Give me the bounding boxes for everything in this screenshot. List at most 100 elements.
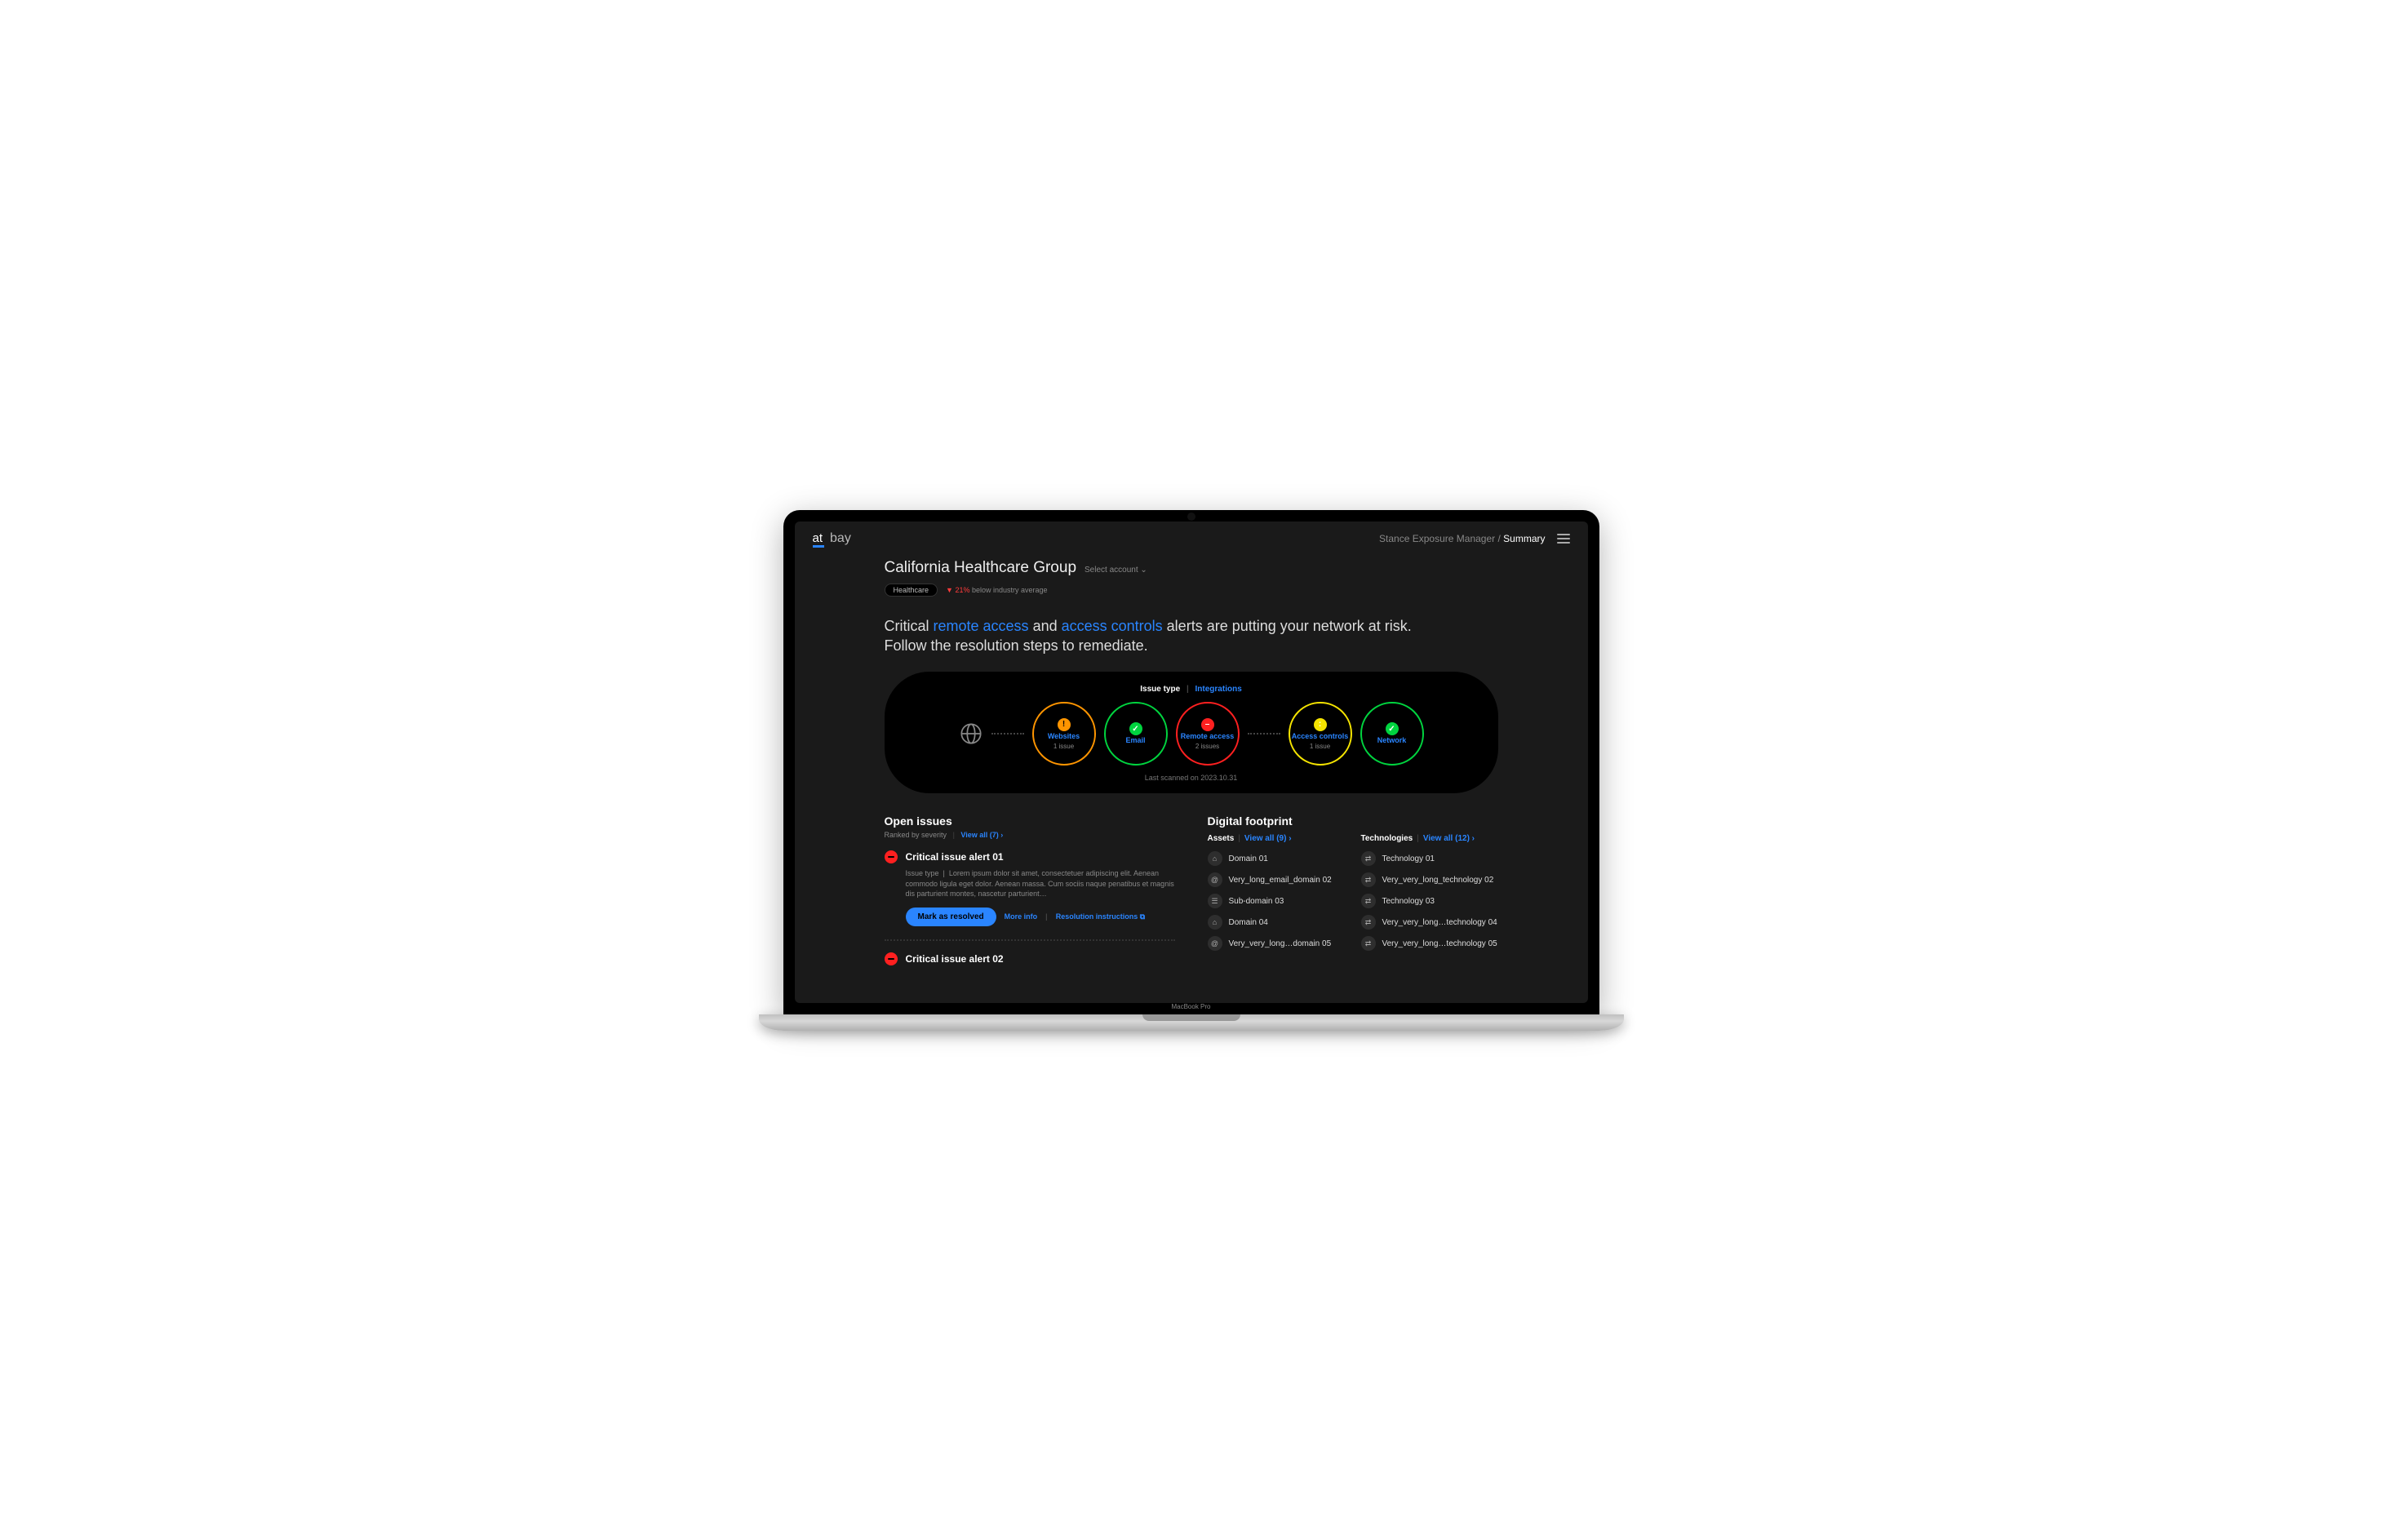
menu-icon[interactable] — [1557, 534, 1570, 544]
assets-header: Assets | View all (9) — [1208, 834, 1345, 843]
tech-name: Technology 03 — [1382, 897, 1435, 906]
lower-columns: Open issues Ranked by severity | View al… — [885, 814, 1498, 965]
circle-sub: 2 issues — [1195, 743, 1219, 750]
list-item[interactable]: ⌂ Domain 04 — [1208, 915, 1345, 930]
asset-name: Sub-domain 03 — [1229, 897, 1284, 906]
headline-mid: and — [1029, 618, 1062, 634]
tech-name: Technology 01 — [1382, 854, 1435, 863]
headline-pre: Critical — [885, 618, 934, 634]
logo-bay: bay — [830, 531, 851, 546]
more-info-link[interactable]: More info — [1005, 912, 1038, 921]
circle-email[interactable]: ✓ Email — [1104, 702, 1168, 766]
device-label: MacBook Pro — [1171, 1003, 1210, 1012]
domain-icon: ⌂ — [1208, 915, 1222, 930]
view-all-assets[interactable]: View all (9) — [1244, 834, 1292, 843]
issue-head[interactable]: Critical issue alert 02 — [885, 952, 1175, 965]
tech-name: Very_very_long…technology 04 — [1382, 918, 1497, 927]
industry-pill: Healthcare — [885, 584, 938, 597]
list-item[interactable]: ☰ Sub-domain 03 — [1208, 894, 1345, 908]
last-scanned: Last scanned on 2023.10.31 — [925, 774, 1457, 782]
assets-list: ⌂Domain 01 @Very_long_email_domain 02 ☰ S… — [1208, 851, 1345, 951]
globe-icon — [959, 721, 983, 746]
circle-sub: 1 issue — [1310, 743, 1330, 750]
circles-row: ! Websites 1 issue ✓ Email – Remote acce… — [925, 702, 1457, 766]
tech-icon: ⇄ — [1361, 872, 1376, 887]
resolution-instructions-link[interactable]: Resolution instructions — [1045, 912, 1145, 921]
issue-title: Critical issue alert 01 — [906, 851, 1004, 863]
delta-text: ▼ 21% below industry average — [946, 586, 1048, 594]
breadcrumb: Stance Exposure Manager / Summary — [1379, 533, 1545, 544]
circle-sub: 1 issue — [1053, 743, 1074, 750]
list-item[interactable]: ⇄Very_very_long_technology 02 — [1361, 872, 1498, 887]
circle-label: Websites — [1048, 733, 1080, 741]
issue-body: Issue type | Lorem ipsum dolor sit amet,… — [906, 868, 1175, 926]
circle-websites[interactable]: ! Websites 1 issue — [1032, 702, 1096, 766]
digital-footprint-section: Digital footprint Assets | View all (9) … — [1208, 814, 1498, 965]
tech-header: Technologies | View all (12) — [1361, 834, 1498, 843]
subdomain-icon: ☰ — [1208, 894, 1222, 908]
app-header: at bay Stance Exposure Manager / Summary — [795, 521, 1588, 556]
list-item[interactable]: ⇄Technology 01 — [1361, 851, 1498, 866]
list-item[interactable]: ⇄Technology 03 — [1361, 894, 1498, 908]
headline-link-remote[interactable]: remote access — [934, 618, 1029, 634]
open-issues-title: Open issues — [885, 814, 1175, 828]
open-issues-section: Open issues Ranked by severity | View al… — [885, 814, 1175, 965]
account-title: California Healthcare Group — [885, 559, 1077, 577]
header-right: Stance Exposure Manager / Summary — [1379, 533, 1569, 544]
domain-icon: ⌂ — [1208, 851, 1222, 866]
check-icon: ✓ — [1129, 722, 1142, 735]
asset-name: Domain 04 — [1229, 918, 1268, 927]
ranked-label: Ranked by severity — [885, 831, 947, 839]
logo-at: at — [813, 531, 823, 545]
breadcrumb-current: Summary — [1503, 533, 1545, 544]
list-item[interactable]: @Very_very_long…domain 05 — [1208, 936, 1345, 951]
dots-icon: : — [1314, 718, 1327, 731]
circle-remote-access[interactable]: – Remote access 2 issues — [1176, 702, 1240, 766]
tab-integrations[interactable]: Integrations — [1195, 685, 1242, 694]
footprint-columns: Assets | View all (9) ⌂Domain 01 @Very_l… — [1208, 831, 1498, 951]
circle-access-controls[interactable]: : Access controls 1 issue — [1289, 702, 1352, 766]
issue-meta: Issue type | Lorem ipsum dolor sit amet,… — [906, 868, 1175, 899]
issue-head[interactable]: Critical issue alert 01 — [885, 850, 1175, 863]
delta-label: below industry average — [972, 586, 1048, 594]
tech-icon: ⇄ — [1361, 915, 1376, 930]
view-all-issues[interactable]: View all (7) — [960, 831, 1003, 839]
tab-issue-type[interactable]: Issue type — [1140, 685, 1180, 694]
email-icon: @ — [1208, 872, 1222, 887]
laptop-frame: at bay Stance Exposure Manager / Summary — [783, 510, 1599, 1031]
tech-label: Technologies — [1361, 834, 1413, 843]
camera-notch — [1187, 513, 1195, 521]
app-viewport: at bay Stance Exposure Manager / Summary — [795, 521, 1588, 1003]
critical-icon — [885, 850, 898, 863]
issue-title: Critical issue alert 02 — [906, 953, 1004, 965]
technologies-column: Technologies | View all (12) ⇄Technology… — [1361, 831, 1498, 951]
list-item[interactable]: @Very_long_email_domain 02 — [1208, 872, 1345, 887]
down-arrow-icon: ▼ — [946, 586, 955, 594]
circle-label: Email — [1125, 737, 1145, 745]
laptop-base — [759, 1014, 1624, 1031]
circle-network[interactable]: ✓ Network — [1360, 702, 1424, 766]
circle-label: Network — [1377, 737, 1407, 745]
tech-icon: ⇄ — [1361, 936, 1376, 951]
delta-percent: 21% — [955, 586, 969, 594]
select-account[interactable]: Select account — [1085, 566, 1147, 575]
circle-label: Access controls — [1292, 733, 1349, 741]
issue-item: Critical issue alert 01 Issue type | Lor… — [885, 850, 1175, 926]
minus-icon: – — [1201, 718, 1214, 731]
account-meta: Healthcare ▼ 21% below industry average — [885, 584, 1498, 597]
logo[interactable]: at bay — [813, 531, 851, 546]
issue-actions: Mark as resolved More info Resolution in… — [906, 908, 1175, 926]
tech-list: ⇄Technology 01 ⇄Very_very_long_technolog… — [1361, 851, 1498, 951]
breadcrumb-parent[interactable]: Stance Exposure Manager — [1379, 533, 1495, 544]
issue-type-label: Issue type — [906, 869, 939, 877]
list-item[interactable]: ⇄ Very_very_long…technology 04 — [1361, 915, 1498, 930]
connector-dots — [1248, 733, 1280, 734]
mark-resolved-button[interactable]: Mark as resolved — [906, 908, 996, 926]
view-all-tech[interactable]: View all (12) — [1423, 834, 1475, 843]
list-item[interactable]: ⇄Very_very_long…technology 05 — [1361, 936, 1498, 951]
connector-dots — [991, 733, 1024, 734]
headline-link-access[interactable]: access controls — [1062, 618, 1163, 634]
tab-sep: | — [1187, 685, 1189, 694]
list-item[interactable]: ⌂Domain 01 — [1208, 851, 1345, 866]
circles-tabs: Issue type | Integrations — [925, 685, 1457, 694]
